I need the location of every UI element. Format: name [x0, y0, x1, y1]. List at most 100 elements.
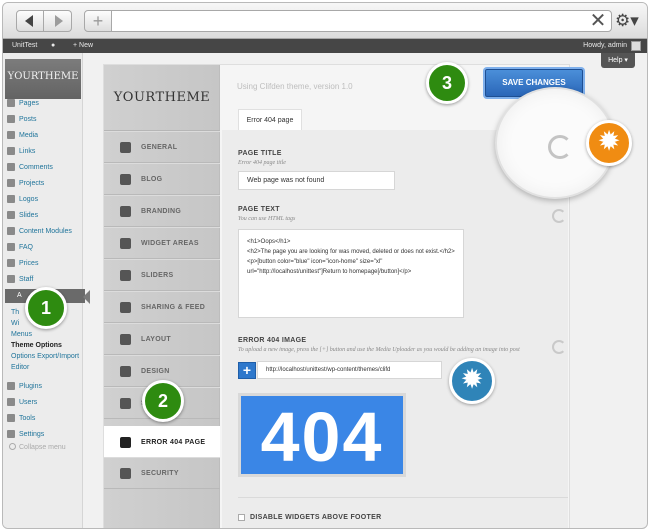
printer-icon: [120, 173, 131, 185]
image-url-field[interactable]: http://localhost/unittest/wp-content/the…: [257, 361, 442, 379]
nav-blog[interactable]: BLOG: [104, 163, 220, 195]
widgets-icon: [120, 237, 131, 249]
submenu-theme-options[interactable]: Theme Options: [11, 342, 62, 350]
error-image-hint: To upload a new image, press the [+] but…: [238, 347, 520, 353]
sidebar-item-staff[interactable]: Staff: [7, 272, 33, 286]
new-tab-button[interactable]: +: [84, 10, 112, 32]
nav-error-404[interactable]: ERROR 404 PAGE: [104, 426, 220, 458]
sidebar-item-comments[interactable]: Comments: [7, 160, 53, 174]
sidebar-item-label: Pages: [19, 99, 39, 107]
greeting[interactable]: Howdy, admin: [583, 42, 627, 50]
nav-label: WIDGET AREAS: [141, 239, 199, 247]
sidebar-item-plugins[interactable]: Plugins: [7, 379, 42, 393]
sidebar-item-faq[interactable]: FAQ: [7, 240, 33, 254]
posts-icon: [7, 115, 15, 123]
page-title-label: PAGE TITLE: [238, 150, 282, 157]
address-bar[interactable]: ✕: [111, 10, 612, 32]
page-text-field[interactable]: <h1>Oops</h1> <h2>The page you are looki…: [238, 229, 464, 318]
forward-button[interactable]: [44, 10, 72, 32]
sidebar-item-label: Users: [19, 398, 38, 406]
sidebar-item-label: Logos: [19, 195, 39, 203]
page-text-line: <h2>The page you are looking for was mov…: [247, 249, 455, 255]
nav-general[interactable]: GENERAL: [104, 131, 220, 163]
nav-label: SECURITY: [141, 469, 179, 477]
nav-label: LAYOUT: [141, 335, 171, 343]
sidebar-item-logos[interactable]: Logos: [7, 192, 38, 206]
submenu-widgets[interactable]: Wi: [11, 320, 19, 328]
page-title-hint: Error 404 page title: [238, 160, 286, 166]
submenu-options-export[interactable]: Options Export/Import: [11, 353, 79, 361]
sidebar-item-label: Comments: [19, 163, 53, 171]
sidebar-item-content-modules[interactable]: Content Modules: [7, 224, 72, 238]
sidebar-logo: YOURTHEME: [5, 59, 81, 99]
sidebar-item-slides[interactable]: Slides: [7, 208, 38, 222]
nav-label: ERROR 404 PAGE: [141, 438, 206, 446]
back-arrow-icon: [25, 15, 33, 27]
nav-sharing-feed[interactable]: SHARING & FEED: [104, 291, 220, 323]
slides-icon: [7, 211, 15, 219]
image-icon: [120, 205, 131, 217]
reset-icon[interactable]: [552, 209, 566, 223]
sidebar-item-projects[interactable]: Projects: [7, 176, 44, 190]
nav-label: SLIDERS: [141, 271, 174, 279]
users-icon: [7, 398, 15, 406]
nav-security[interactable]: SECURITY: [104, 457, 220, 489]
logos-icon: [7, 195, 15, 203]
sidebar-item-label: Staff: [19, 275, 34, 283]
sidebar-item-posts[interactable]: Posts: [7, 112, 37, 126]
disable-widgets-checkbox[interactable]: [238, 514, 245, 521]
staff-icon: [7, 275, 15, 283]
brush-icon: [120, 365, 131, 377]
prices-icon: [7, 259, 15, 267]
sidebar-item-label: Plugins: [19, 382, 42, 390]
close-icon[interactable]: ✕: [589, 11, 607, 31]
settings-icon: [7, 430, 15, 438]
new-label: New: [79, 42, 94, 49]
upload-image-button[interactable]: +: [238, 362, 256, 379]
comments-icon: [7, 163, 15, 171]
site-name-link[interactable]: UnitTest: [12, 42, 37, 50]
nav-label: BLOG: [141, 175, 163, 183]
back-button[interactable]: [16, 10, 44, 32]
nav-label: BRANDING: [141, 207, 182, 215]
sidebar-item-settings[interactable]: Settings: [7, 427, 44, 441]
sidebar-item-users[interactable]: Users: [7, 395, 37, 409]
sidebar-item-label: Links: [19, 147, 36, 155]
avatar[interactable]: [631, 41, 641, 51]
media-icon: [7, 131, 15, 139]
help-button[interactable]: Help ▾: [601, 53, 635, 68]
nav-widget-areas[interactable]: WIDGET AREAS: [104, 227, 220, 259]
sidebar-item-tools[interactable]: Tools: [7, 411, 35, 425]
plugins-icon: [7, 382, 15, 390]
gear-icon[interactable]: ⚙▾: [615, 11, 641, 31]
collapse-icon: [9, 443, 16, 450]
sidebar-item-links[interactable]: Links: [7, 144, 35, 158]
sidebar-item-label: FAQ: [19, 243, 34, 251]
tab-error-404-page[interactable]: Error 404 page: [238, 109, 302, 130]
reset-icon[interactable]: [552, 340, 566, 354]
submenu-editor[interactable]: Editor: [11, 364, 29, 372]
submenu-themes[interactable]: Th: [11, 309, 19, 317]
page-title-field[interactable]: Web page was not found: [238, 171, 395, 190]
gear-icon: ✹: [449, 358, 495, 404]
sidebar-item-prices[interactable]: Prices: [7, 256, 38, 270]
error-image-preview: 404: [238, 393, 406, 477]
page-text-line: <p>[button color="blue" icon="icon-home"…: [247, 259, 412, 275]
nav-branding[interactable]: BRANDING: [104, 195, 220, 227]
sidebar-item-media[interactable]: Media: [7, 128, 38, 142]
new-content-link[interactable]: + New: [73, 42, 93, 50]
faq-icon: [7, 243, 15, 251]
page-text-label: PAGE TEXT: [238, 206, 280, 213]
nav-layout[interactable]: LAYOUT: [104, 323, 220, 355]
shield-icon: [120, 467, 131, 479]
divider: [238, 497, 568, 498]
nav-sliders[interactable]: SLIDERS: [104, 259, 220, 291]
collapse-menu-button[interactable]: Collapse menu: [9, 443, 66, 451]
comments-icon[interactable]: ●: [51, 42, 55, 50]
sidebar-item-pages[interactable]: Pages: [7, 96, 39, 110]
modules-icon: [7, 227, 15, 235]
sidebar-item-label: Projects: [19, 179, 45, 187]
submenu-menus[interactable]: Menus: [11, 331, 32, 339]
tools-icon: [120, 141, 131, 153]
sidebar-item-label: Prices: [19, 259, 39, 267]
